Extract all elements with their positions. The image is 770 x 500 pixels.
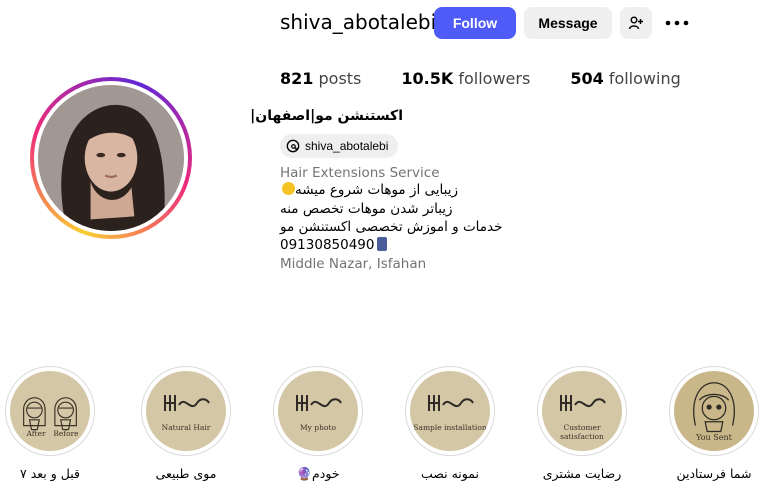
followers-link[interactable]: 10.5K followers — [401, 69, 530, 88]
highlight-cover: Natural Hair — [146, 371, 226, 451]
following-link[interactable]: 504 following — [570, 69, 680, 88]
avatar-inner — [34, 81, 188, 235]
highlight-sample-installation[interactable]: Sample installation نمونه نصب — [404, 366, 496, 481]
highlight-label: موی طبیعی — [155, 466, 217, 481]
more-dots-icon — [665, 20, 689, 26]
threads-handle: shiva_abotalebi — [305, 139, 389, 153]
profile-stats: 821 posts 10.5K followers 504 following — [280, 69, 721, 88]
anime-girls-illustration — [23, 397, 77, 431]
following-label: following — [608, 69, 681, 88]
bio-line-3: خدمات و اموزش تخصصی اکستنشن مو — [280, 219, 503, 235]
bio-line-2: زیباتر شدن موهات تخصص منه — [280, 201, 453, 217]
following-count: 504 — [570, 69, 604, 88]
suggested-accounts-button[interactable] — [620, 7, 652, 39]
message-button[interactable]: Message — [524, 7, 612, 39]
highlight-cover: My photo — [278, 371, 358, 451]
followers-label: followers — [458, 69, 531, 88]
highlight-cover: You Sent — [674, 371, 754, 451]
followers-count: 10.5K — [401, 69, 454, 88]
bio-line-1-text: زیبایی از موهات شروع میشه — [295, 182, 458, 198]
shiva-logo-icon — [164, 395, 210, 411]
smile-emoji-icon — [282, 182, 295, 195]
highlight-ring: My photo — [273, 366, 363, 456]
profile-category: Hair Extensions Service — [280, 165, 440, 181]
shiva-logo-icon — [428, 395, 474, 411]
person-plus-icon — [628, 16, 643, 30]
highlight-cover: After Before — [10, 371, 90, 451]
posts-count: 821 — [280, 69, 314, 88]
highlight-my-photo[interactable]: My photo خودم🔮 — [272, 366, 364, 482]
phone-number: 09130850490 — [280, 237, 375, 253]
phone-emoji-icon — [377, 237, 388, 251]
profile-display-name: اکستنشن مو|اصفهان| — [250, 108, 403, 124]
highlight-ring: Sample installation — [405, 366, 495, 456]
highlight-label: قبل و بعد ۷ — [20, 466, 80, 481]
highlight-label: رضایت مشتری — [542, 466, 622, 481]
highlight-caption: Sample installation — [413, 423, 487, 432]
highlight-before-after[interactable]: After Before قبل و بعد ۷ — [4, 366, 96, 481]
highlight-caption: My photo — [300, 423, 336, 432]
follow-button[interactable]: Follow — [434, 7, 516, 39]
highlight-cover: Sample installation — [410, 371, 490, 451]
bio-line-1: زیبایی از موهات شروع میشه — [280, 182, 458, 198]
highlight-caption-before: Before — [53, 429, 79, 438]
highlight-label: نمونه نصب — [421, 466, 479, 481]
posts-label: posts — [318, 69, 362, 88]
highlight-ring: You Sent — [669, 366, 759, 456]
highlight-label: شما فرستادین — [676, 466, 752, 481]
highlight-customer-satisfaction[interactable]: Customer satisfaction رضایت مشتری — [536, 366, 628, 481]
highlight-cover: Customer satisfaction — [542, 371, 622, 451]
threads-icon — [286, 139, 300, 153]
highlight-ring: Natural Hair — [141, 366, 231, 456]
highlight-you-sent[interactable]: You Sent شما فرستادین — [668, 366, 760, 481]
shiva-logo-icon — [560, 395, 606, 411]
profile-location[interactable]: Middle Nazar, Isfahan — [280, 256, 426, 272]
threads-link[interactable]: shiva_abotalebi — [280, 134, 399, 158]
more-options-button[interactable] — [664, 10, 690, 36]
highlight-ring: After Before — [5, 366, 95, 456]
highlight-ring: Customer satisfaction — [537, 366, 627, 456]
posts-stat: 821 posts — [280, 69, 361, 88]
highlight-caption: Natural Hair — [161, 423, 211, 432]
avatar[interactable] — [38, 85, 184, 231]
highlight-caption: Customer satisfaction — [560, 423, 604, 441]
highlight-label: خودم🔮 — [296, 466, 340, 481]
highlight-caption: You Sent — [696, 433, 732, 442]
highlight-natural-hair[interactable]: Natural Hair موی طبیعی — [140, 366, 232, 481]
story-highlights: After Before قبل و بعد ۷ Natural Hair مو… — [0, 366, 770, 500]
bio-phone: 09130850490 — [280, 237, 388, 253]
profile-username: shiva_abotalebi — [280, 10, 437, 34]
shiva-logo-icon — [296, 395, 342, 411]
profile-avatar-story-ring[interactable] — [30, 77, 192, 239]
